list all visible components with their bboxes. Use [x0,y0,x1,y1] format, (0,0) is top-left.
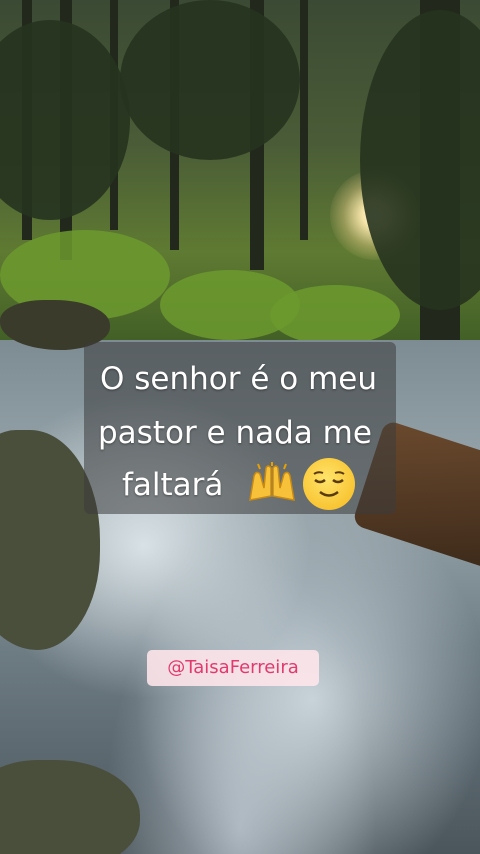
fern [270,285,400,345]
caption-line-1: O senhor é o meu [100,361,378,397]
tree-trunk [300,0,308,240]
creator-handle-badge: @TaisaFerreira [147,650,319,686]
praise-hands-icon [244,462,300,502]
tree-foliage [120,0,300,160]
caption-line-3: faltará [122,467,224,503]
caption-line-2: pastor e nada me [98,415,372,451]
creator-handle: @TaisaFerreira [167,657,299,678]
relieved-face-icon [303,458,355,510]
